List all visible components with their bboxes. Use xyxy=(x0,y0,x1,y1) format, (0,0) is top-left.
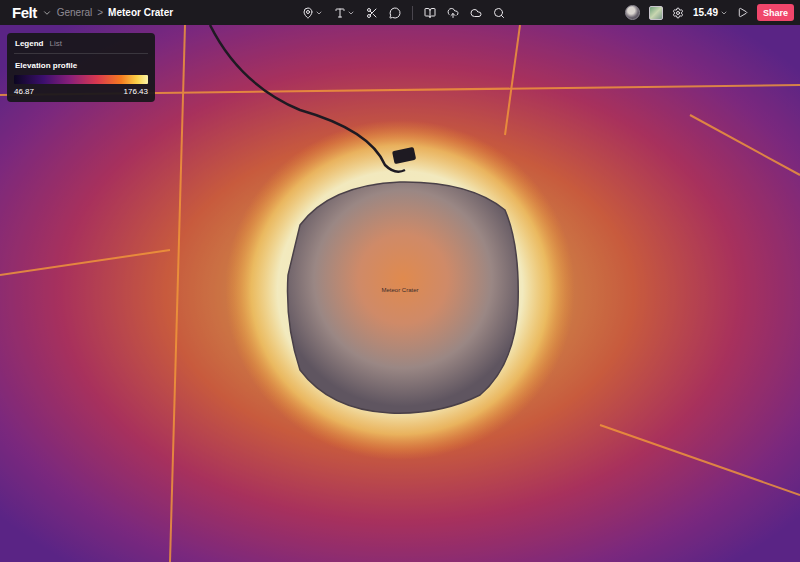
chevron-down-icon[interactable] xyxy=(315,9,323,17)
ramp-min: 46.87 xyxy=(14,87,34,96)
basemap-thumbnail[interactable] xyxy=(649,6,663,20)
legend-tabs: Legend List xyxy=(14,33,148,54)
breadcrumb-separator: > xyxy=(97,7,103,18)
color-ramp xyxy=(14,75,148,84)
map-canvas[interactable]: Meteor Crater Legend List Elevation profile… xyxy=(0,25,800,562)
text-icon[interactable] xyxy=(334,7,346,19)
chevron-down-icon[interactable] xyxy=(42,8,52,18)
breadcrumb-item[interactable]: Meteor Crater xyxy=(108,7,173,18)
legend-tab[interactable]: List xyxy=(49,39,61,48)
toolbar xyxy=(299,5,508,21)
share-button[interactable]: Share xyxy=(757,4,794,21)
library-button[interactable] xyxy=(421,5,439,21)
user-avatar[interactable] xyxy=(625,5,640,20)
cloud-icon[interactable] xyxy=(470,7,482,19)
pin-tool[interactable] xyxy=(299,5,326,21)
chevron-down-icon[interactable] xyxy=(347,9,355,17)
ramp-labels: 46.87 176.43 xyxy=(14,84,148,96)
map-pin-icon[interactable] xyxy=(302,7,314,19)
search-button[interactable] xyxy=(490,5,508,21)
map-label[interactable]: Meteor Crater xyxy=(381,287,418,293)
breadcrumb-item[interactable]: General xyxy=(57,7,93,18)
toolbar-divider xyxy=(412,6,413,20)
cut-tool[interactable] xyxy=(363,5,381,21)
scissors-icon[interactable] xyxy=(366,7,378,19)
search-icon[interactable] xyxy=(493,7,505,19)
felt-logo[interactable]: Felt xyxy=(12,4,37,21)
elevation-map[interactable] xyxy=(0,25,800,562)
text-tool[interactable] xyxy=(331,5,358,21)
data-button[interactable] xyxy=(467,5,485,21)
gear-icon[interactable] xyxy=(672,7,684,19)
felt-app: Felt General > Meteor Crater 15.49 Share Meteo… xyxy=(0,0,800,562)
cloud-upload-icon[interactable] xyxy=(447,7,459,19)
breadcrumb: General > Meteor Crater xyxy=(57,7,173,18)
upload-button[interactable] xyxy=(444,5,462,21)
legend-title: Elevation profile xyxy=(14,54,148,75)
play-icon[interactable] xyxy=(737,7,748,18)
ramp-max: 176.43 xyxy=(124,87,148,96)
book-icon[interactable] xyxy=(424,7,436,19)
zoom-level[interactable]: 15.49 xyxy=(693,7,718,18)
legend-panel: Legend List Elevation profile 46.87 176.43 xyxy=(7,33,155,102)
legend-tab[interactable]: Legend xyxy=(15,39,43,48)
comment-tool[interactable] xyxy=(386,5,404,21)
top-bar: Felt General > Meteor Crater 15.49 Share xyxy=(0,0,800,25)
zoom-control[interactable]: 15.49 xyxy=(693,7,728,18)
chevron-down-icon[interactable] xyxy=(720,9,728,17)
comment-icon[interactable] xyxy=(389,7,401,19)
